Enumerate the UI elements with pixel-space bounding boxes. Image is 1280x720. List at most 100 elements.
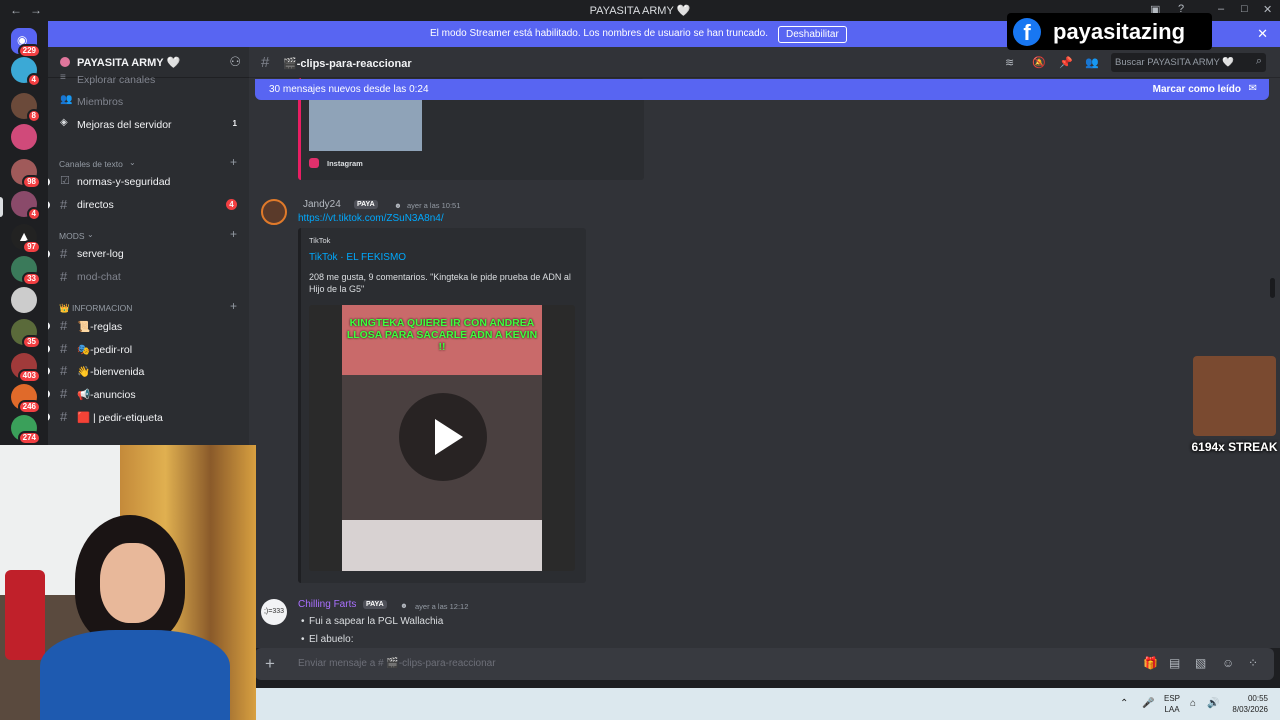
new-messages-bar[interactable]: 30 mensajes nuevos desde las 0:24 Marcar… bbox=[255, 79, 1269, 100]
threads-icon[interactable]: ≋ bbox=[1005, 56, 1014, 69]
mute-bell-icon[interactable]: 🔕 bbox=[1032, 56, 1046, 69]
server-icon[interactable]: 246 bbox=[11, 384, 41, 414]
members-list-icon[interactable]: 👥 bbox=[1085, 56, 1099, 69]
volume-icon[interactable]: 🔊 bbox=[1207, 698, 1219, 709]
unread-indicator bbox=[48, 201, 50, 209]
embed-provider: Instagram bbox=[327, 159, 363, 168]
chevron-down-icon: ⌄ bbox=[129, 158, 136, 167]
role-tag: PAYA bbox=[354, 200, 378, 209]
server-badge: 35 bbox=[22, 335, 41, 349]
server-icon[interactable] bbox=[11, 124, 37, 150]
category-header[interactable]: MODS bbox=[59, 231, 85, 241]
message-link[interactable]: https://vt.tiktok.com/ZSuN3A8n4/ bbox=[298, 213, 444, 224]
sticker-icon[interactable]: ▧ bbox=[1195, 656, 1206, 670]
apps-icon[interactable]: ⁘ bbox=[1248, 656, 1258, 670]
microphone-icon[interactable]: 🎤 bbox=[1142, 698, 1154, 709]
channel-label: directos bbox=[77, 199, 114, 211]
attach-plus-icon[interactable]: + bbox=[265, 654, 275, 674]
laughing-face-image bbox=[1193, 356, 1276, 436]
streak-text: 6194x STREAK bbox=[1191, 440, 1278, 454]
channel-item[interactable]: # 👋-bienvenida bbox=[48, 361, 249, 381]
add-member-icon[interactable]: ⚇ bbox=[229, 54, 241, 70]
message-username[interactable]: Chilling Farts bbox=[298, 599, 356, 610]
channel-item[interactable]: # 📜-reglas bbox=[48, 316, 249, 336]
server-badge: 403 bbox=[17, 369, 41, 383]
sidebar-item-label: Miembros bbox=[77, 96, 124, 108]
server-icon[interactable]: 403 bbox=[11, 353, 41, 383]
mark-read-button[interactable]: Marcar como leído bbox=[1153, 84, 1241, 95]
channel-item[interactable]: ☑ normas-y-seguridad bbox=[48, 172, 249, 192]
pin-icon[interactable]: 📌 bbox=[1059, 56, 1073, 69]
sidebar-item-members[interactable]: 👥 Miembros bbox=[48, 92, 249, 112]
channel-item[interactable]: # 📢-anuncios bbox=[48, 384, 249, 404]
search-input[interactable]: Buscar PAYASITA ARMY 🤍 ⌕ bbox=[1111, 53, 1266, 72]
channel-item[interactable]: # server-log bbox=[48, 244, 249, 264]
message-username[interactable]: Jandy24 bbox=[303, 199, 341, 210]
unread-indicator bbox=[48, 178, 50, 186]
message-timestamp: ayer a las 10:51 bbox=[407, 201, 461, 210]
close-banner-icon[interactable]: ✕ bbox=[1257, 26, 1268, 42]
direct-messages-button[interactable]: ◉ 229 bbox=[11, 28, 41, 58]
hash-icon: # bbox=[60, 197, 68, 212]
server-icon[interactable] bbox=[11, 287, 37, 313]
language-indicator[interactable]: ESP LAA bbox=[1164, 694, 1180, 714]
embed-provider: TikTok bbox=[309, 236, 331, 245]
channel-item[interactable]: # 🟥 | pedir-etiqueta bbox=[48, 407, 249, 427]
minimize-icon[interactable]: – bbox=[1218, 3, 1224, 15]
video-caption-area: KINGTEKA QUIERE IR CON ANDREA LLOSA PARA… bbox=[342, 305, 542, 375]
sidebar-item-browse[interactable]: ≡ Explorar canales bbox=[48, 70, 249, 90]
add-channel-icon[interactable]: + bbox=[230, 299, 237, 313]
server-badge: 97 bbox=[22, 240, 41, 254]
maximize-icon[interactable]: □ bbox=[1241, 3, 1248, 15]
server-name: PAYASITA ARMY 🤍 bbox=[77, 57, 181, 69]
server-icon[interactable]: 33 bbox=[11, 256, 41, 286]
role-tag: PAYA bbox=[363, 600, 387, 609]
add-channel-icon[interactable]: + bbox=[230, 227, 237, 241]
server-avatar bbox=[60, 57, 70, 67]
cam-face bbox=[100, 543, 165, 623]
channel-item[interactable]: # 🎭-pedir-rol bbox=[48, 339, 249, 359]
channel-item[interactable]: # mod-chat bbox=[48, 267, 249, 287]
server-icon[interactable]: 98 bbox=[11, 159, 41, 189]
sidebar-item-boosts[interactable]: ◈ Mejoras del servidor 1 bbox=[48, 115, 249, 135]
tray-chevron-icon[interactable]: ⌃ bbox=[1120, 698, 1128, 709]
clock[interactable]: 00:55 8/03/2026 bbox=[1224, 694, 1274, 714]
close-window-icon[interactable]: ✕ bbox=[1263, 3, 1272, 16]
avatar[interactable]: ;)=333 bbox=[261, 599, 287, 625]
server-icon-active[interactable]: 4 bbox=[11, 191, 41, 221]
facebook-username: payasitazing bbox=[1053, 19, 1186, 44]
gift-icon[interactable]: 🎁 bbox=[1143, 656, 1158, 670]
server-icon[interactable]: ▲ 97 bbox=[11, 224, 41, 254]
hash-icon: # bbox=[60, 386, 68, 401]
list-icon: ≡ bbox=[60, 72, 66, 83]
message-composer[interactable]: + Enviar mensaje a # 🎬-clips-para-reacci… bbox=[255, 648, 1274, 680]
channel-label: 📜-reglas bbox=[77, 321, 123, 333]
boost-count: 1 bbox=[232, 119, 237, 128]
category-header[interactable]: 👑 INFORMACION bbox=[59, 303, 132, 314]
server-icon[interactable]: 274 bbox=[11, 415, 41, 445]
streak-overlay: 6194x STREAK bbox=[1189, 356, 1280, 456]
category-header[interactable]: Canales de texto bbox=[59, 159, 123, 169]
emoji-icon[interactable]: ☺ bbox=[1222, 656, 1234, 670]
channel-label: 🟥 | pedir-etiqueta bbox=[77, 412, 163, 424]
avatar[interactable] bbox=[261, 199, 287, 225]
hash-icon: # bbox=[60, 363, 68, 378]
server-icon[interactable]: 8 bbox=[11, 93, 41, 123]
list-bullet: • bbox=[301, 616, 305, 627]
video-thumbnail[interactable]: KINGTEKA QUIERE IR CON ANDREA LLOSA PARA… bbox=[309, 305, 575, 571]
scrollbar-thumb[interactable] bbox=[1270, 278, 1275, 298]
embed-image[interactable] bbox=[309, 100, 422, 151]
server-icon[interactable]: 4 bbox=[11, 57, 41, 87]
server-badge: 274 bbox=[17, 431, 41, 445]
channel-item[interactable]: # directos 4 bbox=[48, 195, 249, 215]
add-channel-icon[interactable]: + bbox=[230, 155, 237, 169]
embed-title[interactable]: TikTok · EL FEKISMO bbox=[309, 252, 406, 263]
gif-icon[interactable]: ▤ bbox=[1169, 656, 1180, 670]
play-button[interactable] bbox=[399, 393, 487, 481]
channel-name: 🎬-clips-para-reaccionar bbox=[283, 58, 412, 70]
channel-sidebar: PAYASITA ARMY 🤍 ⌄ ⚇ ≡ Explorar canales 👥… bbox=[48, 47, 249, 445]
disable-streamer-button[interactable]: Deshabilitar bbox=[778, 26, 847, 43]
unread-indicator bbox=[48, 390, 50, 398]
server-icon[interactable]: 35 bbox=[11, 319, 41, 349]
network-icon[interactable]: ⌂ bbox=[1190, 698, 1196, 709]
